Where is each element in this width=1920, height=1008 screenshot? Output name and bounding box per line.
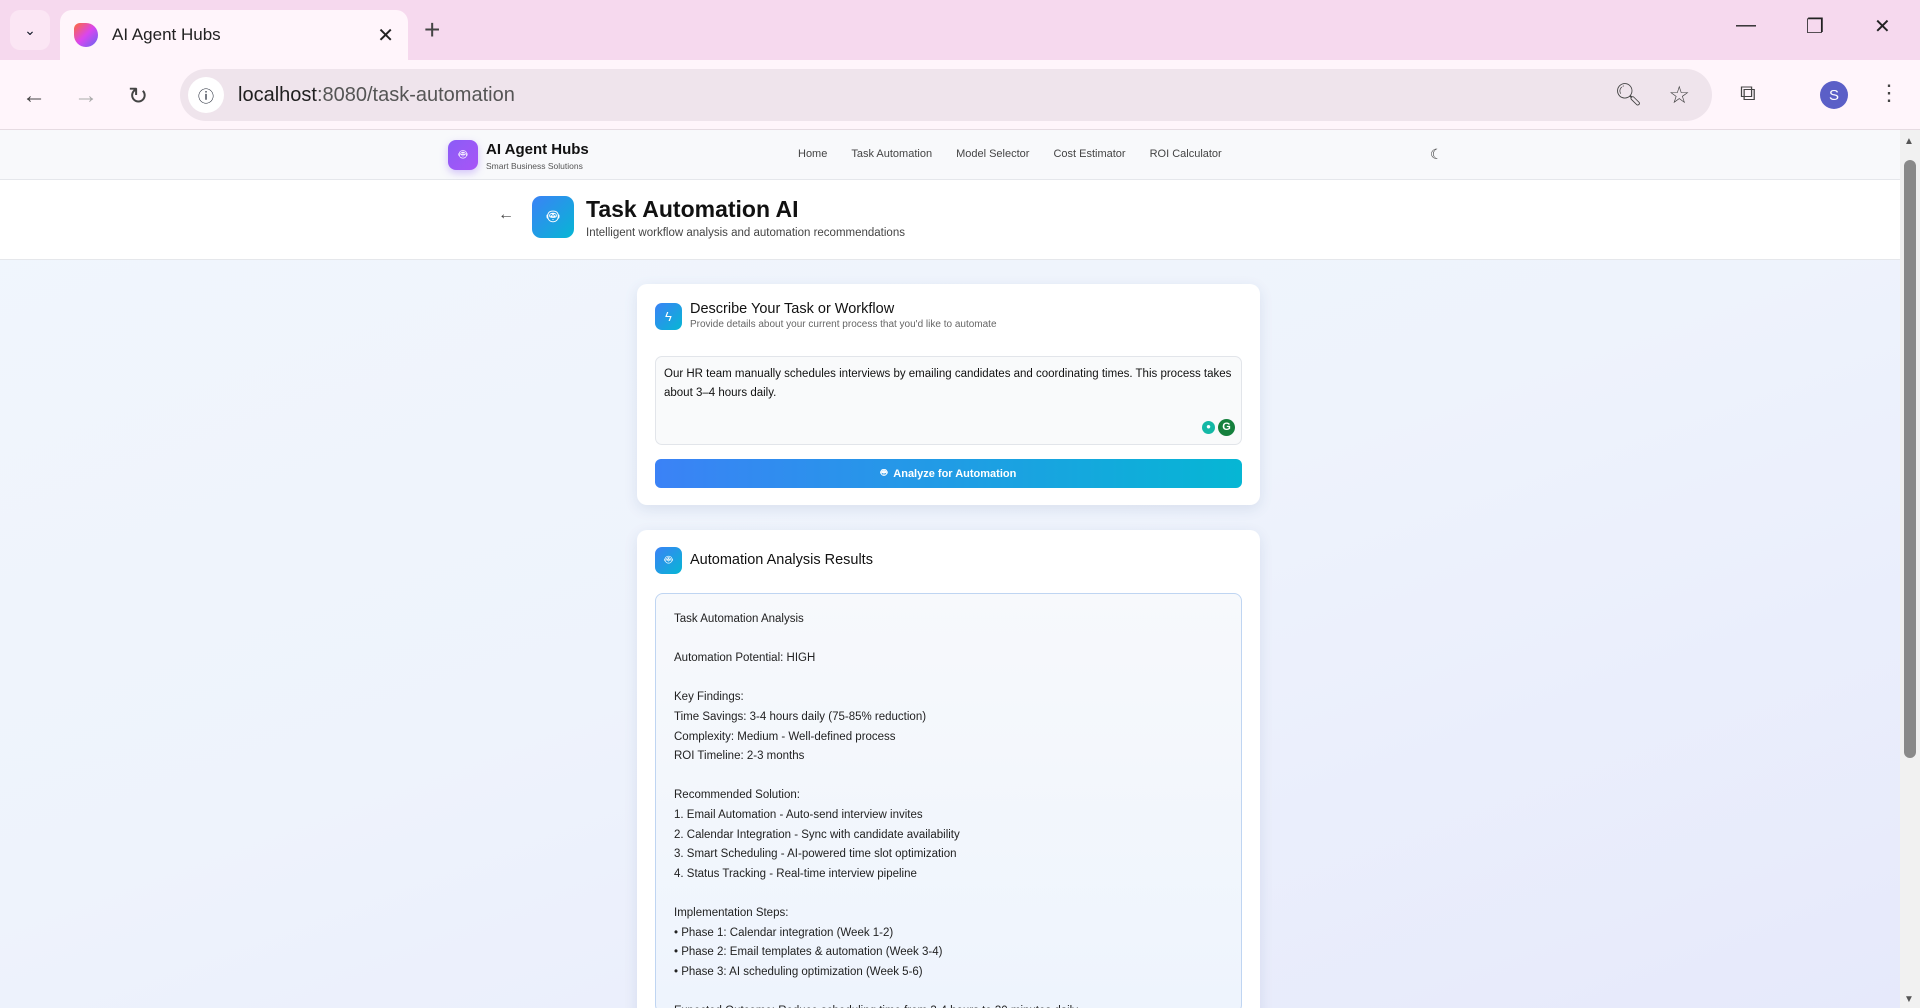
result-line: Time Savings: 3-4 hours daily (75-85% re… xyxy=(674,710,927,723)
page-header: ← 🤖︎ Task Automation AI Intelligent work… xyxy=(0,180,1900,260)
reload-button[interactable]: ↻ xyxy=(128,82,148,111)
result-line: • Phase 3: AI scheduling optimization (W… xyxy=(674,965,923,978)
browser-menu-icon[interactable]: ⋮ xyxy=(1878,80,1900,106)
textarea-value: Our HR team manually schedules interview… xyxy=(664,368,1232,399)
dark-mode-toggle-icon[interactable]: ☾ xyxy=(1430,146,1443,163)
nav-roi-calculator[interactable]: ROI Calculator xyxy=(1150,148,1222,160)
nav-cost-estimator[interactable]: Cost Estimator xyxy=(1053,148,1125,160)
scrollbar-thumb[interactable] xyxy=(1904,160,1916,758)
input-card-title: Describe Your Task or Workflow xyxy=(690,301,895,317)
result-line xyxy=(674,767,1223,787)
site-header: 🤖︎ AI Agent Hubs Smart Business Solution… xyxy=(0,130,1900,180)
url-path: :8080/task-automation xyxy=(316,83,515,106)
result-line: 2. Calendar Integration - Sync with cand… xyxy=(674,828,960,841)
brand-name[interactable]: AI Agent Hubs xyxy=(486,141,589,158)
site-info-icon[interactable]: ⓘ xyxy=(188,77,224,113)
zoom-icon[interactable]: 🔍︎ xyxy=(1615,82,1643,108)
analysis-results-text: Task Automation Analysis Automation Poten… xyxy=(655,593,1242,1008)
close-window-button[interactable]: ✕ xyxy=(1874,14,1891,39)
result-line: 1. Email Automation - Auto-send intervie… xyxy=(674,808,923,821)
page-subtitle: Intelligent workflow analysis and automa… xyxy=(586,227,905,239)
favicon-icon xyxy=(74,23,98,47)
result-line: Task Automation Analysis xyxy=(674,613,804,625)
result-line xyxy=(674,630,1223,650)
results-card: 🤖︎ Automation Analysis Results Task Auto… xyxy=(637,530,1260,1008)
result-line xyxy=(674,669,1223,689)
result-line: ROI Timeline: 2-3 months xyxy=(674,750,805,763)
tab-title: AI Agent Hubs xyxy=(112,25,221,44)
url-text[interactable]: localhost:8080/task-automation xyxy=(238,84,515,107)
robot-icon: 🤖︎ xyxy=(532,196,574,238)
result-line: Automation Potential: HIGH xyxy=(674,652,816,665)
restore-button[interactable]: ❐ xyxy=(1806,14,1824,39)
result-line xyxy=(674,884,1223,904)
bookmark-star-icon[interactable]: ☆ xyxy=(1668,81,1690,110)
url-host: localhost xyxy=(238,83,317,106)
site-nav: Home Task Automation Model Selector Cost… xyxy=(798,148,1222,160)
result-line xyxy=(674,982,1223,1002)
robot-icon: 🤖︎ xyxy=(655,547,682,574)
lightning-icon: ϟ xyxy=(655,303,682,330)
extensions-icon[interactable]: ⧉ xyxy=(1740,80,1756,106)
close-tab-icon[interactable]: ✕ xyxy=(377,23,394,48)
nav-home[interactable]: Home xyxy=(798,148,827,160)
browser-tab[interactable]: AI Agent Hubs ✕ xyxy=(60,10,408,60)
result-line: Complexity: Medium - Well-defined proces… xyxy=(674,730,896,743)
analyze-button-label: Analyze for Automation xyxy=(893,467,1017,480)
chevron-down-icon: ⌄ xyxy=(24,21,36,38)
new-tab-button[interactable]: + xyxy=(424,14,440,46)
back-arrow-icon[interactable]: ← xyxy=(498,206,514,224)
result-line: 4. Status Tracking - Real-time interview… xyxy=(674,867,917,880)
result-line: Implementation Steps: xyxy=(674,906,789,919)
analyze-button[interactable]: 🤖︎ Analyze for Automation xyxy=(655,459,1242,488)
scroll-down-icon[interactable]: ▼ xyxy=(1904,994,1914,1005)
forward-button[interactable]: → xyxy=(74,82,98,110)
scroll-up-icon[interactable]: ▲ xyxy=(1904,136,1914,147)
robot-icon: 🤖︎ xyxy=(880,467,888,479)
grammarly-icon[interactable]: G xyxy=(1218,419,1235,436)
back-button[interactable]: ← xyxy=(22,82,46,110)
nav-task-automation[interactable]: Task Automation xyxy=(851,148,932,160)
page-title: Task Automation AI xyxy=(586,196,799,222)
profile-avatar[interactable]: S xyxy=(1820,81,1848,109)
address-bar[interactable]: ⓘ localhost:8080/task-automation 🔍︎ ☆ xyxy=(180,69,1712,121)
tab-search-button[interactable]: ⌄ xyxy=(10,10,50,50)
robot-logo-icon[interactable]: 🤖︎ xyxy=(448,140,478,170)
result-line: 3. Smart Scheduling - AI-powered time sl… xyxy=(674,848,957,861)
result-line: • Phase 1: Calendar integration (Week 1-… xyxy=(674,926,894,939)
lightbulb-icon[interactable]: ● xyxy=(1202,421,1215,434)
result-line: Recommended Solution: xyxy=(674,789,800,802)
result-line: Expected Outcome: Reduce scheduling time… xyxy=(674,1002,1223,1008)
nav-model-selector[interactable]: Model Selector xyxy=(956,148,1029,160)
grammarly-widget[interactable]: ● G xyxy=(1202,419,1235,436)
result-line: Key Findings: xyxy=(674,691,744,704)
task-input-card: ϟ Describe Your Task or Workflow Provide… xyxy=(637,284,1260,505)
results-card-title: Automation Analysis Results xyxy=(690,552,873,568)
result-line: • Phase 2: Email templates & automation … xyxy=(674,946,943,959)
minimize-button[interactable]: — xyxy=(1736,14,1756,37)
page: 🤖︎ AI Agent Hubs Smart Business Solution… xyxy=(0,130,1900,1008)
task-description-textarea[interactable]: Our HR team manually schedules interview… xyxy=(655,356,1242,445)
input-card-subtitle: Provide details about your current proce… xyxy=(690,319,997,330)
brand-tagline: Smart Business Solutions xyxy=(486,161,583,171)
